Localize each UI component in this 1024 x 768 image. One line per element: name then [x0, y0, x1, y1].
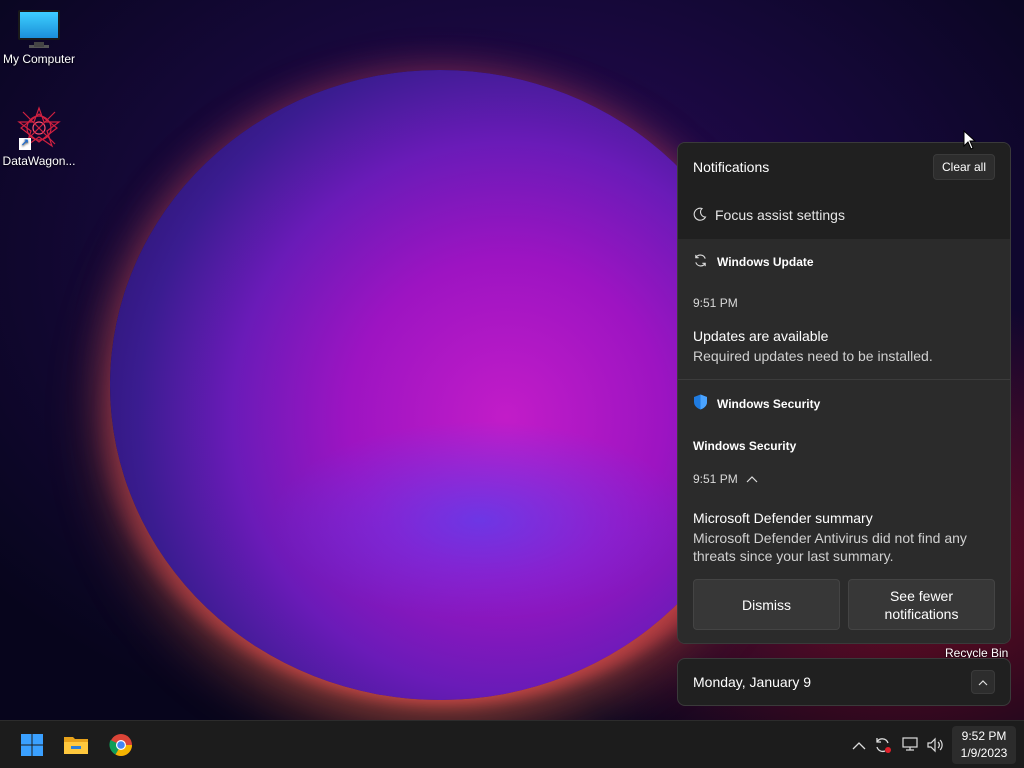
notification-headline: Microsoft Defender summary	[693, 510, 873, 526]
taskbar-clock[interactable]: 9:52 PM 1/9/2023	[952, 726, 1016, 764]
calendar-expand-button[interactable]	[971, 670, 995, 694]
chrome-button[interactable]	[105, 729, 137, 761]
file-explorer-button[interactable]	[60, 729, 92, 761]
app-shortcut-icon: ↗	[17, 106, 61, 150]
collapse-chevron-icon[interactable]	[746, 470, 758, 488]
desktop-icon-label: My Computer	[2, 52, 76, 66]
sync-icon	[693, 253, 708, 271]
notification-app-row: Windows Update	[693, 239, 995, 271]
moon-icon	[693, 207, 707, 224]
windows-logo-icon	[21, 734, 43, 756]
notification-app-row: Windows Security	[693, 380, 995, 413]
notification-header: Notifications Clear all	[678, 143, 1010, 191]
taskbar: 9:52 PM 1/9/2023	[0, 720, 1024, 768]
dismiss-button[interactable]: Dismiss	[693, 579, 840, 630]
notification-time-row: 9:51 PM	[693, 470, 995, 488]
calendar-date: Monday, January 9	[693, 674, 812, 690]
wallpaper-highlight	[270, 420, 690, 620]
notification-app-name: Windows Update	[717, 255, 814, 269]
chevron-up-icon	[852, 741, 866, 749]
shortcut-arrow-icon: ↗	[19, 138, 31, 150]
volume-icon[interactable]	[926, 735, 946, 755]
shield-icon	[693, 394, 708, 413]
notification-sender-label: Windows Security	[693, 439, 797, 453]
show-hidden-icons-button[interactable]	[849, 735, 869, 755]
notification-time: 9:51 PM	[693, 296, 738, 310]
focus-assist-settings-link[interactable]: Focus assist settings	[678, 191, 1010, 239]
calendar-flyout-header[interactable]: Monday, January 9	[677, 658, 1011, 706]
notification-card-windows-update[interactable]: Windows Update 9:51 PM Updates are avail…	[678, 239, 1010, 380]
notification-sender: Windows Security	[693, 439, 995, 453]
focus-assist-label: Focus assist settings	[715, 207, 845, 223]
chevron-up-icon	[978, 679, 988, 685]
start-button[interactable]	[16, 729, 48, 761]
mouse-cursor-icon	[963, 129, 977, 155]
desktop-icon-datawagon[interactable]: ↗ DataWagon...	[0, 106, 78, 168]
folder-icon	[64, 737, 88, 754]
notification-time: 9:51 PM	[693, 472, 738, 486]
notification-body: Required updates need to be installed.	[693, 348, 933, 364]
desktop-icon-my-computer[interactable]: My Computer	[0, 10, 78, 66]
notification-body: Microsoft Defender Antivirus did not fin…	[693, 530, 967, 564]
notification-headline: Updates are available	[693, 328, 829, 344]
clock-time: 9:52 PM	[961, 729, 1007, 743]
notification-card-windows-security[interactable]: Windows Security Windows Security 9:51 P…	[678, 380, 1010, 643]
chrome-icon	[109, 734, 132, 756]
monitor-icon	[0, 10, 78, 48]
see-fewer-notifications-button[interactable]: See fewer notifications	[848, 579, 995, 630]
desktop-icon-label: DataWagon...	[2, 154, 76, 168]
clear-all-button[interactable]: Clear all	[932, 154, 995, 180]
notification-center: Notifications Clear all Focus assist set…	[677, 142, 1011, 644]
notification-actions: Dismiss See fewer notifications	[693, 579, 995, 630]
network-icon[interactable]	[900, 735, 920, 755]
update-sync-tray-icon[interactable]	[873, 735, 893, 755]
clock-date: 1/9/2023	[960, 746, 1008, 760]
notification-title: Notifications	[693, 159, 770, 175]
notification-app-name: Windows Security	[717, 396, 821, 411]
